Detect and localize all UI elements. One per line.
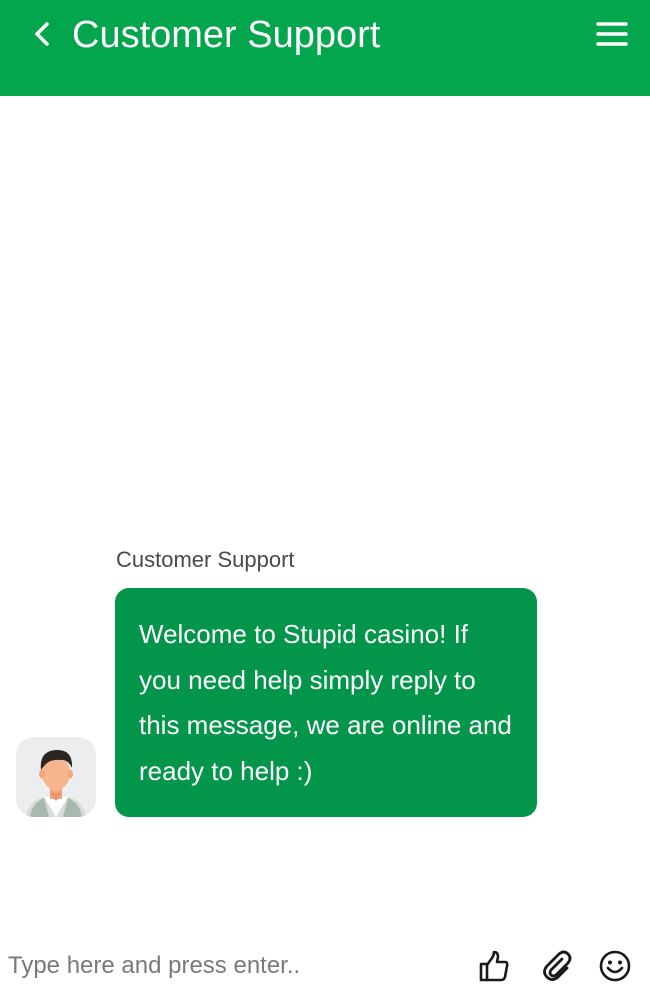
avatar <box>16 737 96 817</box>
back-button[interactable] <box>24 14 60 54</box>
chevron-left-icon <box>35 22 49 46</box>
hamburger-menu-icon <box>596 22 628 46</box>
message-input[interactable] <box>6 946 450 986</box>
menu-button[interactable] <box>590 14 634 54</box>
message-sender-name: Customer Support <box>116 547 295 572</box>
like-button[interactable] <box>474 946 514 986</box>
support-agent-avatar-icon <box>16 737 96 817</box>
emoji-button[interactable] <box>595 946 635 986</box>
attach-button[interactable] <box>537 946 577 986</box>
smiley-icon <box>599 950 631 982</box>
message-composer <box>0 938 650 998</box>
message-bubble: Welcome to Stupid casino! If you need he… <box>115 588 537 817</box>
header-bar: Customer Support <box>0 0 650 96</box>
thumbs-up-icon <box>479 950 509 982</box>
page-title: Customer Support <box>72 14 381 56</box>
paperclip-icon <box>543 950 572 981</box>
message-list[interactable]: Customer Support Welcome to Stupid casin… <box>0 96 650 938</box>
chat-window: Customer Support Customer Support Welcom… <box>0 0 650 998</box>
